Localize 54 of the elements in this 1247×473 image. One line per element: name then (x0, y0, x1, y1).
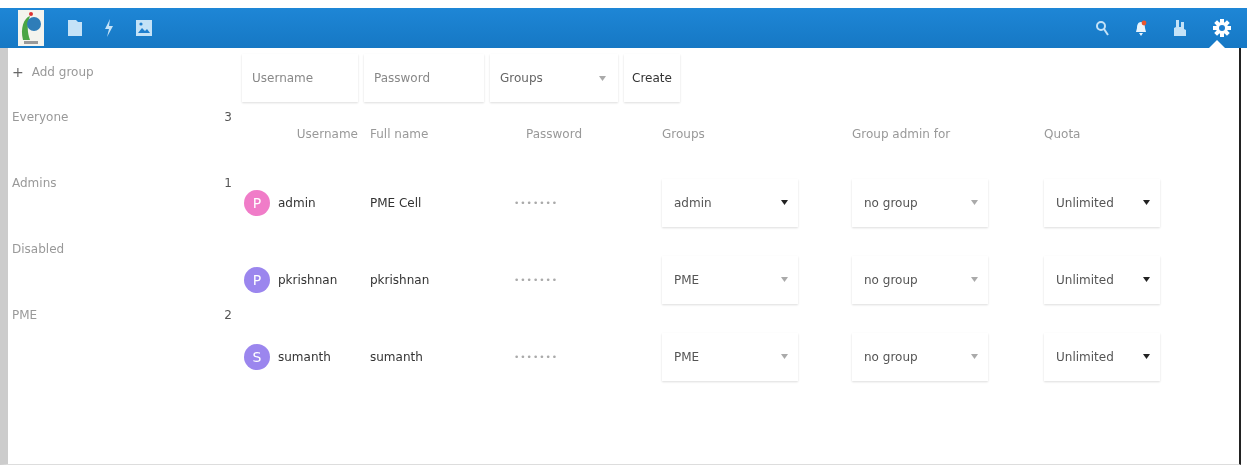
table-cell-text: sumanth (278, 349, 332, 364)
table-cell-text: admin (278, 195, 317, 210)
caret-icon (1143, 354, 1150, 359)
caret-icon (971, 354, 978, 359)
table-cell-text: PME Cell (370, 195, 423, 210)
create-button[interactable]: Create (624, 54, 680, 102)
active-indicator (1209, 40, 1225, 48)
caret-icon (1143, 200, 1150, 205)
search-icon[interactable] (1095, 20, 1109, 36)
password-dots: ••••••• (513, 197, 560, 208)
avatar: S (244, 343, 270, 370)
password-field[interactable]: Password (364, 54, 484, 102)
column-header: Groups (662, 127, 706, 141)
caret-icon (781, 200, 788, 205)
column-header: Full name (370, 127, 430, 141)
group-admin-dropdown[interactable]: no group (852, 255, 988, 304)
column-header: Group admin for (852, 127, 952, 141)
plus-icon[interactable]: + (12, 64, 24, 80)
quota-dropdown[interactable]: Unlimited (1044, 255, 1160, 304)
caret-icon (1143, 277, 1150, 282)
column-header: Quota (1044, 127, 1082, 141)
group-admin-dropdown[interactable]: no group (852, 178, 988, 227)
group-admin-dropdown[interactable]: no group (852, 332, 988, 381)
group-count: 2 (224, 308, 232, 324)
avatar: P (244, 266, 270, 293)
image-icon[interactable] (136, 20, 152, 36)
password-dots: ••••••• (513, 351, 560, 362)
avatar: P (244, 189, 270, 216)
column-header: Username (296, 127, 359, 141)
logo-icon[interactable] (18, 10, 44, 46)
caret-icon (781, 277, 788, 282)
contacts-icon[interactable] (1173, 20, 1187, 36)
quota-dropdown[interactable]: Unlimited (1044, 332, 1160, 381)
table-cell-text: pkrishnan (370, 272, 431, 287)
settings-icon[interactable] (1213, 19, 1231, 37)
folder-icon[interactable] (68, 20, 82, 36)
lightning-icon[interactable] (104, 19, 114, 37)
quota-dropdown[interactable]: Unlimited (1044, 178, 1160, 227)
groups-dropdown[interactable]: admin (662, 178, 798, 227)
caret-icon (971, 277, 978, 282)
caret-icon (599, 75, 606, 81)
group-count: 3 (224, 110, 232, 126)
caret-icon (781, 354, 788, 359)
groups-dropdown[interactable]: Groups (490, 54, 618, 102)
username-field[interactable]: Username (242, 54, 358, 102)
groups-dropdown[interactable]: PME (662, 332, 798, 381)
table-cell-text: sumanth (370, 349, 424, 364)
group-count: 1 (224, 176, 232, 192)
caret-icon (971, 200, 978, 205)
bell-icon[interactable] (1135, 20, 1147, 36)
column-header: Password (525, 127, 584, 141)
groups-dropdown[interactable]: PME (662, 255, 798, 304)
password-dots: ••••••• (513, 274, 560, 285)
table-cell-text: pkrishnan (278, 272, 339, 287)
